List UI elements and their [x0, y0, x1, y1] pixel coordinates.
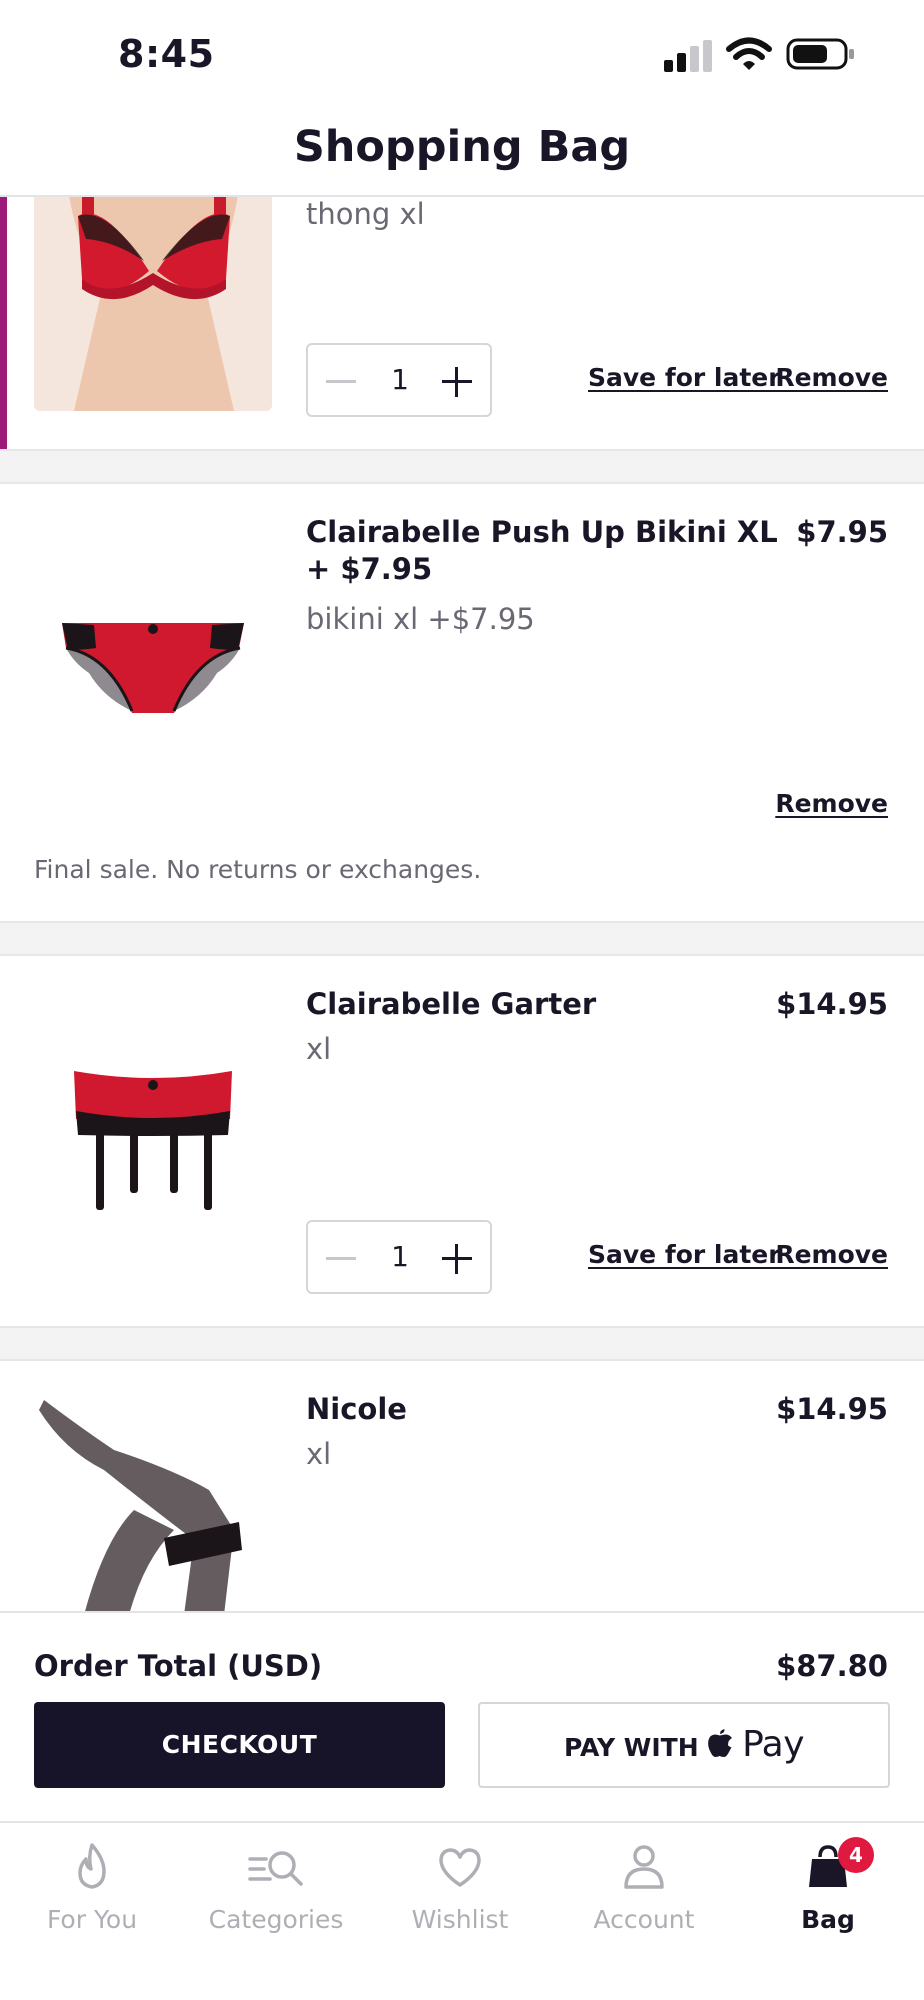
tab-label: For You — [46, 1905, 138, 1934]
heart-icon — [439, 1848, 481, 1887]
remove-link[interactable]: Remove — [775, 789, 888, 818]
cellular-signal-icon — [664, 40, 712, 72]
apple-logo-icon — [708, 1729, 733, 1757]
tab-for-you[interactable]: For You — [0, 1837, 184, 1934]
tab-label: Categories — [208, 1905, 344, 1934]
bag-item-thong: thong xl 1 Save for later Remove — [0, 197, 924, 449]
product-image-stockings[interactable] — [34, 1390, 272, 1612]
item-name: Nicole — [306, 1392, 407, 1426]
order-summary: Order Total (USD) $87.80 CHECKOUT PAY WI… — [0, 1611, 924, 1821]
item-name: Clairabelle Garter — [306, 987, 597, 1021]
person-icon — [624, 1845, 664, 1889]
product-image-bikini[interactable] — [34, 513, 272, 751]
page-header: Shopping Bag — [0, 105, 924, 197]
bag-item-bikini: Clairabelle Push Up Bikini XL + $7.95 $7… — [0, 484, 924, 921]
wifi-icon — [726, 37, 772, 70]
order-total-value: $87.80 — [776, 1649, 888, 1683]
item-divider — [0, 1326, 924, 1361]
tab-bag[interactable]: 4 Bag — [736, 1837, 920, 1934]
quantity-value: 1 — [391, 363, 409, 396]
increase-quantity-icon — [455, 367, 458, 397]
bag-count-badge: 4 — [838, 1837, 874, 1873]
tab-label: Bag — [801, 1905, 855, 1934]
tab-categories[interactable]: Categories — [184, 1837, 368, 1934]
item-price: $14.95 — [776, 987, 888, 1021]
item-divider — [0, 449, 924, 484]
status-time: 8:45 — [118, 32, 215, 76]
item-price: $14.95 — [776, 1392, 888, 1426]
apple-pay-prefix: PAY WITH — [563, 1733, 699, 1762]
bag-item-list[interactable]: thong xl 1 Save for later Remove Clairab… — [0, 197, 924, 1612]
product-image-garter[interactable] — [34, 985, 272, 1223]
item-accent-bar — [0, 197, 7, 449]
status-bar: 8:45 — [0, 0, 924, 105]
item-variant: thong xl — [306, 197, 425, 231]
checkout-button[interactable]: CHECKOUT — [34, 1702, 445, 1788]
quantity-stepper[interactable]: 1 — [306, 1220, 492, 1294]
tab-account[interactable]: Account — [552, 1837, 736, 1934]
save-for-later-link[interactable]: Save for later — [588, 1240, 781, 1269]
item-variant: xl — [306, 1032, 332, 1066]
item-variant: xl — [306, 1437, 332, 1471]
tab-wishlist[interactable]: Wishlist — [368, 1837, 552, 1934]
item-variant: bikini xl +$7.95 — [306, 602, 535, 636]
order-total-label: Order Total (USD) — [34, 1649, 323, 1683]
quantity-stepper[interactable]: 1 — [306, 343, 492, 417]
bottom-tab-bar: For You Categories Wishlist Account 4 Ba… — [0, 1821, 924, 2000]
quantity-value: 1 — [391, 1240, 409, 1273]
remove-link[interactable]: Remove — [775, 363, 888, 392]
product-image-bra[interactable] — [34, 197, 272, 411]
item-price: $7.95 — [796, 515, 888, 549]
save-for-later-link[interactable]: Save for later — [588, 363, 781, 392]
battery-icon — [786, 38, 854, 70]
categories-search-icon — [248, 1851, 303, 1886]
flame-icon — [78, 1843, 106, 1889]
item-divider — [0, 921, 924, 956]
final-sale-note: Final sale. No returns or exchanges. — [34, 855, 482, 884]
increase-quantity-icon — [455, 1244, 458, 1274]
bag-item-nicole: Nicole $14.95 xl — [0, 1361, 924, 1612]
item-name: Clairabelle Push Up Bikini XL + $7.95 — [306, 515, 778, 586]
decrease-quantity-button[interactable] — [326, 380, 356, 383]
apple-pay-button[interactable]: PAY WITH Pay — [478, 1702, 890, 1788]
decrease-quantity-button[interactable] — [326, 1257, 356, 1260]
tab-label: Account — [593, 1905, 695, 1934]
remove-link[interactable]: Remove — [775, 1240, 888, 1269]
apple-pay-label: Pay — [742, 1724, 805, 1765]
tab-label: Wishlist — [411, 1905, 509, 1934]
page-title: Shopping Bag — [293, 122, 631, 172]
